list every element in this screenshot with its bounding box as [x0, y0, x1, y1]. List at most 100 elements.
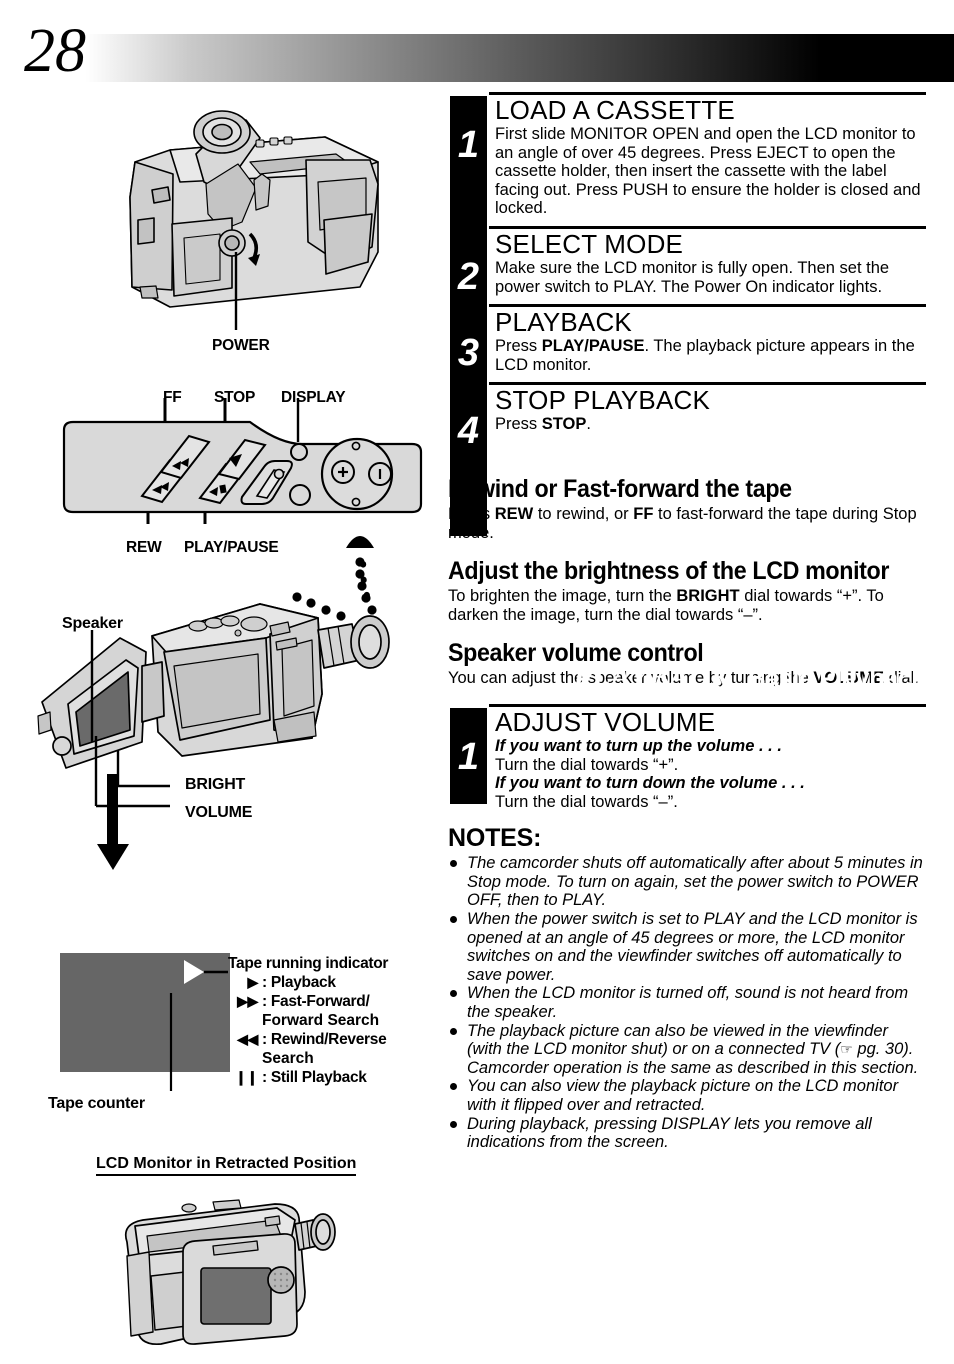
legend-row-text: : Still Playback [262, 1069, 367, 1086]
page-header-bar [0, 34, 954, 82]
note-item: The camcorder shuts off automatically af… [448, 854, 926, 910]
volume-line-1-text: If you want to turn up the volume . . . [495, 736, 782, 755]
bullet-icon [450, 990, 457, 998]
step-divider [489, 382, 926, 386]
note-item: You can also view the playback picture o… [448, 1077, 926, 1114]
volume-line-1: If you want to turn up the volume . . . [495, 737, 926, 756]
section-body: To brighten the image, turn the BRIGHT d… [448, 587, 926, 624]
legend-row-text: : Fast-Forward/ [262, 993, 370, 1010]
section-body: Press REW to rewind, or FF to fast-forwa… [448, 505, 926, 542]
fast-forward-icon: ▶▶ [237, 993, 258, 1009]
label-volume: VOLUME [185, 804, 253, 821]
rewind-icon: ◀◀ [237, 1031, 258, 1047]
label-bright: BRIGHT [185, 776, 246, 793]
note-text-pre: The playback picture can also be viewed … [467, 1021, 888, 1059]
step-divider [489, 225, 926, 229]
header-title-group: PLAYBACK Basic Playback [573, 661, 932, 695]
section-body-bold: REW [494, 504, 534, 523]
label-ff: FF [163, 389, 182, 406]
legend-row: ▶▶ : Fast-Forward/ [228, 992, 442, 1011]
section-heading: Rewind or Fast-forward the tape [448, 474, 792, 503]
pause-icon: ❙❙ [235, 1069, 258, 1085]
bullet-icon [450, 1027, 457, 1035]
step-title: LOAD A CASSETTE [495, 95, 735, 125]
down-arrow [96, 774, 136, 874]
legend-row: ▶ : Playback [228, 973, 442, 992]
play-icon: ▶ [247, 974, 259, 990]
legend-row-text: : Rewind/Reverse [262, 1031, 387, 1048]
bullet-icon [450, 1120, 457, 1128]
tape-indicator-legend: Tape running indicator ▶ : Playback ▶▶ :… [228, 954, 442, 1087]
step-title: SELECT MODE [495, 228, 684, 259]
legend-title: Tape running indicator [228, 955, 389, 972]
notes-heading: NOTES: [448, 824, 542, 853]
step-number: 2 [457, 255, 480, 298]
step-2: 2 SELECT MODE Make sure the LCD monitor … [448, 225, 926, 304]
bullet-icon [450, 916, 457, 924]
step-text: Press PLAY/PAUSE. The playback picture a… [495, 337, 926, 374]
section-body-bold: FF [633, 504, 654, 523]
note-text: When the LCD monitor is turned off, soun… [467, 984, 909, 1022]
retracted-position-title: LCD Monitor in Retracted Position [96, 1155, 357, 1176]
section-body-bold: BRIGHT [676, 587, 740, 606]
step-4: 4 STOP PLAYBACK Press STOP. [448, 382, 926, 468]
label-stop: STOP [214, 389, 256, 406]
instructions-column: 1 LOAD A CASSETTE First slide MONITOR OP… [448, 92, 926, 1342]
pointing-hand-icon: ☞ [840, 1041, 853, 1058]
label-tape-counter: Tape counter [48, 1095, 145, 1112]
legend-row-text: : Playback [262, 974, 336, 991]
note-text: During playback, pressing DISPLAY lets y… [467, 1114, 872, 1152]
note-item: When the LCD monitor is turned off, soun… [448, 984, 926, 1021]
note-item: When the power switch is set to PLAY and… [448, 910, 926, 984]
step-number: 3 [457, 332, 480, 375]
section-heading: Adjust the brightness of the LCD monitor [448, 557, 890, 586]
step-adjust-volume: 1 ADJUST VOLUME If you want to turn up t… [448, 703, 926, 811]
step-divider [489, 703, 926, 707]
section-brightness: Adjust the brightness of the LCD monitor… [448, 558, 926, 624]
step-text: Press STOP. [495, 415, 926, 434]
figure-camcorder-power [110, 102, 400, 352]
label-power: POWER [212, 337, 270, 354]
label-rew: REW [126, 539, 162, 556]
step-text: Make sure the LCD monitor is fully open.… [495, 258, 890, 296]
figure-camcorder-retracted [105, 1184, 365, 1364]
note-text: The camcorder shuts off automatically af… [467, 854, 923, 910]
legend-row: ❙❙ : Still Playback [228, 1068, 442, 1087]
step-number: 1 [457, 124, 480, 166]
step-text-pre: Press [495, 337, 542, 356]
volume-line-4: Turn the dial towards “–”. [495, 792, 678, 811]
section-rewind-fastforward: Rewind or Fast-forward the tape Press RE… [448, 474, 926, 542]
note-item: During playback, pressing DISPLAY lets y… [448, 1115, 926, 1152]
legend-row-cont: Forward Search [262, 1012, 380, 1029]
note-item-tv: The playback picture can also be viewed … [448, 1022, 926, 1078]
step-title: STOP PLAYBACK [495, 385, 711, 416]
section-body-part: to rewind, or [533, 504, 634, 523]
volume-line-3: If you want to turn down the volume . . … [495, 774, 926, 793]
page-number: 28 [24, 17, 86, 85]
step-text-post: . [586, 415, 591, 434]
step-divider [489, 304, 926, 308]
notes-section: NOTES: The camcorder shuts off automatic… [448, 825, 926, 1152]
volume-line-2: Turn the dial towards “+”. [495, 755, 679, 774]
note-text: You can also view the playback picture o… [467, 1077, 899, 1114]
step-text-bold: STOP [541, 415, 587, 434]
legend-row: ◀◀ : Rewind/Reverse [228, 1030, 442, 1049]
step-divider [489, 92, 926, 95]
label-speaker: Speaker [62, 615, 123, 632]
step-number: 1 [457, 735, 480, 778]
step-1: 1 LOAD A CASSETTE First slide MONITOR OP… [448, 92, 926, 226]
legend-row-cont: Search [262, 1050, 314, 1067]
step-3: 3 PLAYBACK Press PLAY/PAUSE. The playbac… [448, 304, 926, 382]
adjust-volume-step: 1 ADJUST VOLUME If you want to turn up t… [448, 703, 926, 811]
label-play-pause: PLAY/PAUSE [184, 539, 279, 556]
label-display: DISPLAY [281, 389, 346, 406]
page-title: PLAYBACK [573, 660, 731, 694]
illustrations-column: POWER FF STOP DISPLAY REW PLAY/PAUSE Spe… [0, 92, 442, 1346]
step-text-pre: Press [495, 415, 542, 434]
step-title: ADJUST VOLUME [495, 706, 716, 737]
numbered-steps: 1 LOAD A CASSETTE First slide MONITOR OP… [448, 92, 926, 536]
note-text: When the power switch is set to PLAY and… [467, 910, 918, 984]
step-title: PLAYBACK [495, 307, 632, 338]
step-number: 4 [457, 410, 480, 453]
page-subtitle: Basic Playback [747, 662, 925, 693]
